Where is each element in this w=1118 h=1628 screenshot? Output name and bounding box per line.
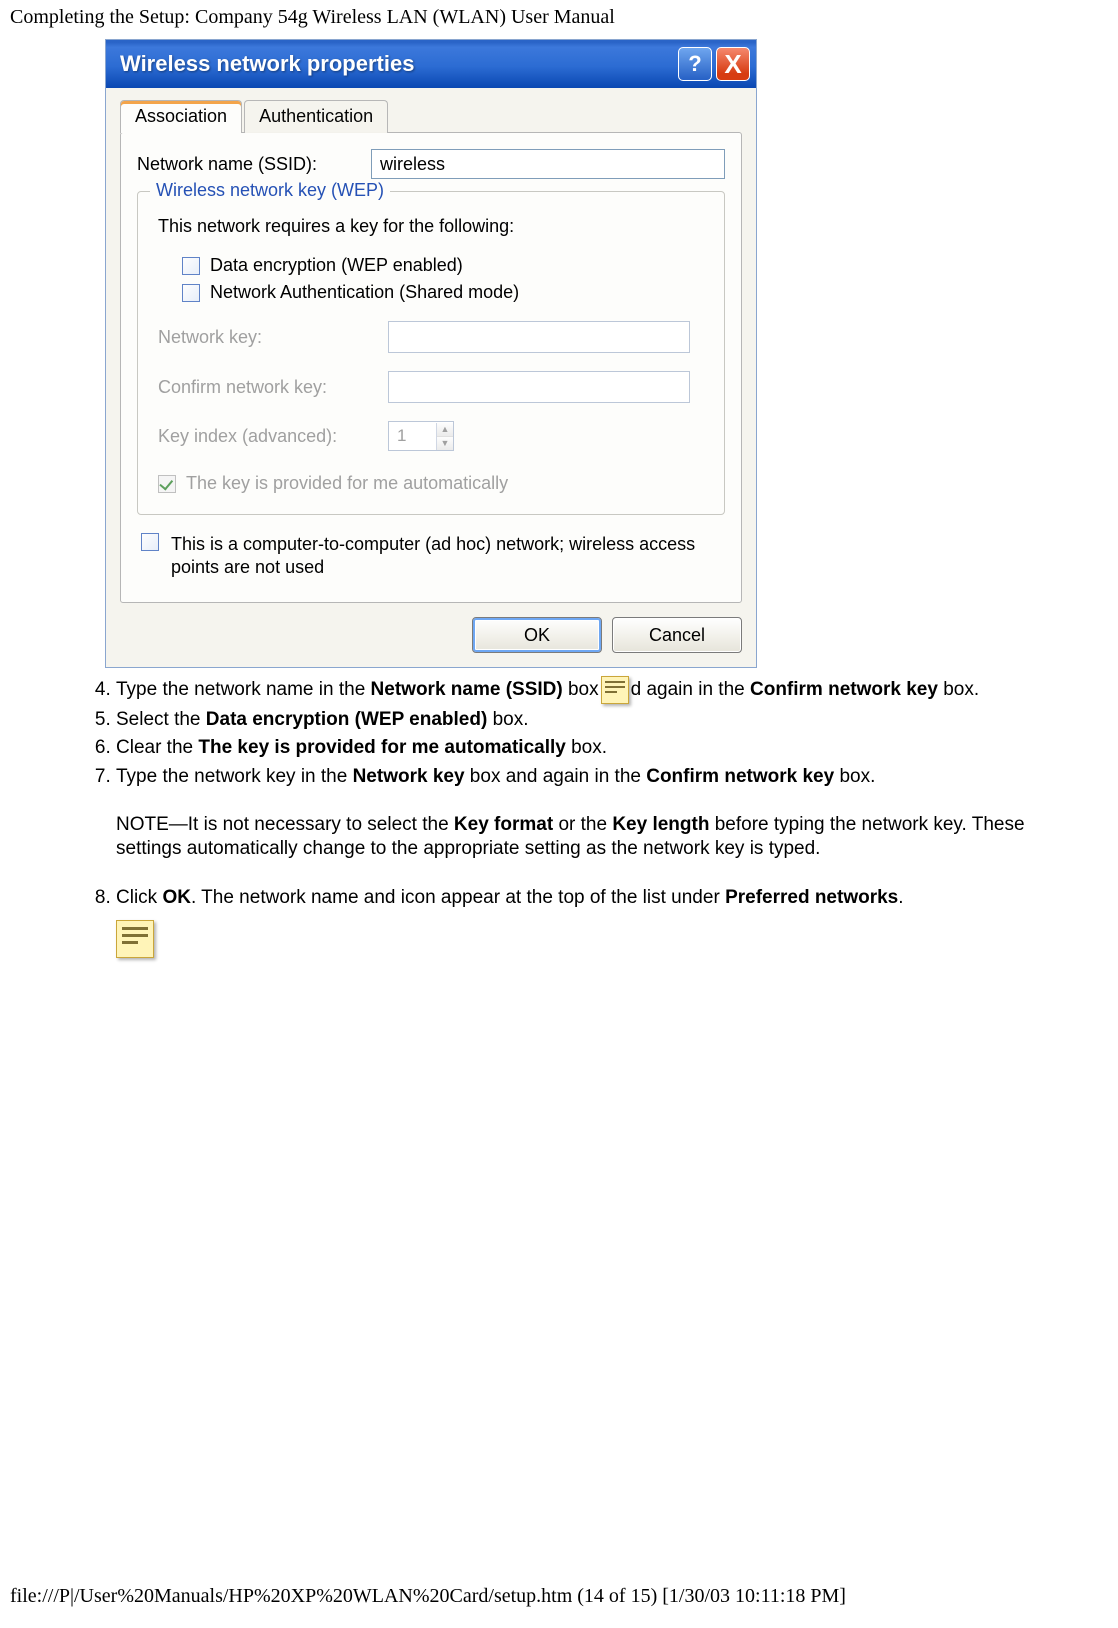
step-8: Click OK. The network name and icon appe…: [116, 886, 1108, 910]
wep-fieldset: Wireless network key (WEP) This network …: [137, 191, 725, 515]
step-5: Select the Data encryption (WEP enabled)…: [116, 708, 1108, 732]
check-data-encryption-label: Data encryption (WEP enabled): [210, 255, 463, 276]
titlebar-buttons: ? X: [678, 47, 750, 81]
page-header: Completing the Setup: Company 54g Wirele…: [10, 6, 1108, 29]
key-index-label: Key index (advanced):: [158, 426, 378, 447]
spinner-up-icon: ▲: [437, 423, 453, 437]
wep-legend: Wireless network key (WEP): [150, 180, 390, 201]
page-footer: file:///P|/User%20Manuals/HP%20XP%20WLAN…: [10, 1585, 846, 1608]
network-key-input: [388, 321, 690, 353]
tabstrip: Association Authentication: [120, 100, 742, 133]
titlebar-text: Wireless network properties: [120, 51, 414, 77]
adhoc-label: This is a computer-to-computer (ad hoc) …: [171, 533, 721, 578]
check-data-encryption-row[interactable]: Data encryption (WEP enabled): [182, 255, 708, 276]
network-key-label: Network key:: [158, 327, 378, 348]
check-network-auth-label: Network Authentication (Shared mode): [210, 282, 519, 303]
check-network-auth-box[interactable]: [182, 284, 200, 302]
step-7: Type the network key in the Network key …: [116, 765, 1108, 789]
auto-key-row: The key is provided for me automatically: [158, 473, 708, 494]
requires-text: This network requires a key for the foll…: [158, 216, 708, 237]
titlebar: Wireless network properties ? X: [106, 40, 756, 88]
step-6: Clear the The key is provided for me aut…: [116, 736, 1108, 760]
button-row: OK Cancel: [120, 617, 742, 653]
instructions: Type the network name in the Network nam…: [82, 676, 1108, 958]
confirm-key-input: [388, 371, 690, 403]
ssid-input[interactable]: [371, 149, 725, 179]
key-index-value: 1: [389, 426, 436, 446]
dialog-body: Association Authentication Network name …: [106, 88, 756, 667]
key-index-spinner: 1 ▲ ▼: [388, 421, 454, 451]
step-4: Type the network name in the Network nam…: [116, 676, 1108, 704]
note-icon: [601, 676, 629, 704]
auto-key-label: The key is provided for me automatically: [186, 473, 508, 494]
cancel-button[interactable]: Cancel: [612, 617, 742, 653]
adhoc-row[interactable]: This is a computer-to-computer (ad hoc) …: [141, 533, 721, 578]
auto-key-checkbox: [158, 475, 176, 493]
adhoc-checkbox[interactable]: [141, 533, 159, 551]
confirm-key-label: Confirm network key:: [158, 377, 378, 398]
tab-authentication[interactable]: Authentication: [244, 100, 388, 133]
spinner-down-icon: ▼: [437, 437, 453, 450]
note-block: NOTE—It is not necessary to select the K…: [116, 813, 1076, 862]
note-icon: [116, 920, 154, 958]
ok-button[interactable]: OK: [472, 617, 602, 653]
wireless-properties-dialog: Wireless network properties ? X Associat…: [105, 39, 757, 668]
close-icon[interactable]: X: [716, 47, 750, 81]
check-network-auth-row[interactable]: Network Authentication (Shared mode): [182, 282, 708, 303]
tab-association[interactable]: Association: [120, 100, 242, 133]
help-icon[interactable]: ?: [678, 47, 712, 81]
check-data-encryption-box[interactable]: [182, 257, 200, 275]
ssid-label: Network name (SSID):: [137, 154, 357, 175]
tabpanel-association: Network name (SSID): Wireless network ke…: [120, 132, 742, 603]
